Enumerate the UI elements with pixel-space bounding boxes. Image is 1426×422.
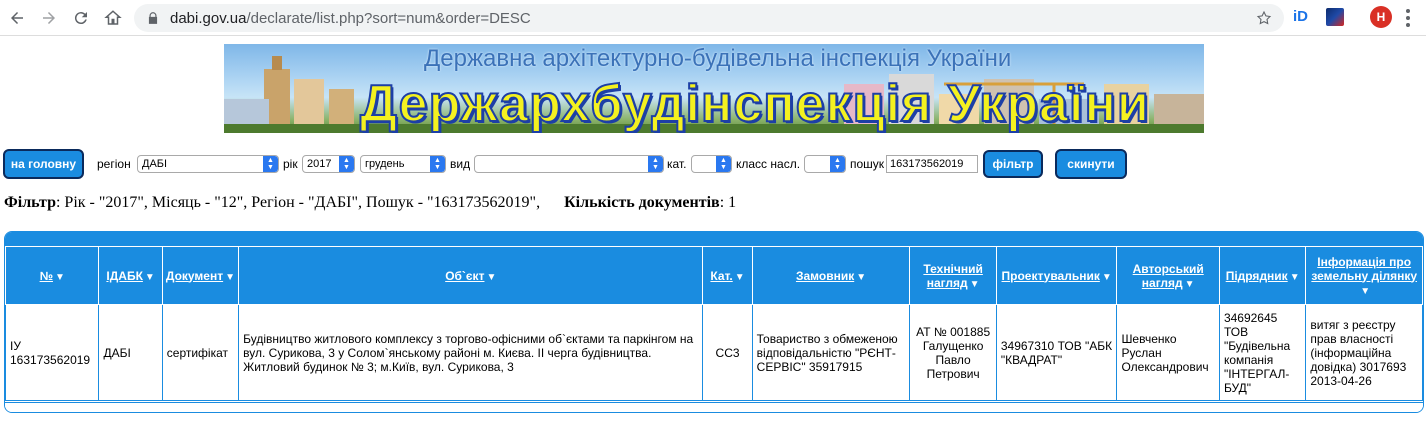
sort-desc-icon: ▼ <box>1184 278 1195 290</box>
class-select[interactable]: ▲ ▼ <box>804 155 846 173</box>
banner-subtitle: Державна архітектурно-будівельна інспекц… <box>424 45 1012 72</box>
cell-tech-supervision: АТ № 001885 Галущенко Павло Петрович <box>909 304 997 401</box>
cell-land-info: витяг з реєстру прав власності (інформац… <box>1305 304 1423 401</box>
back-icon[interactable] <box>6 7 28 29</box>
region-select[interactable]: ДАБІ ▲ ▼ <box>137 155 279 173</box>
sort-desc-icon: ▼ <box>856 271 867 283</box>
month-select-value: грудень <box>365 158 405 170</box>
table-row: ІУ 163173562019 ДАБІ сертифікат Будівниц… <box>5 304 1423 401</box>
column-header-tech-supervision[interactable]: Технічний нагляд ▼ <box>909 246 997 305</box>
search-input[interactable]: 163173562019 <box>886 155 978 173</box>
lock-icon <box>148 12 158 24</box>
year-select[interactable]: 2017 ▲ ▼ <box>302 155 355 173</box>
document-count-label: Кількість документів <box>564 194 720 211</box>
year-select-value: 2017 <box>307 158 332 170</box>
extension-id-icon[interactable]: iD <box>1293 8 1308 25</box>
filter-summary: Фільтр: Рік - "2017", Місяць - "12", Рег… <box>4 194 736 212</box>
cell-customer: Товариство з обмеженою відповідальністю … <box>751 304 911 401</box>
sort-desc-icon: ▼ <box>1360 285 1371 297</box>
banner-title: Держархбудінспекція України <box>359 74 1150 133</box>
column-header-cat[interactable]: Кат. ▼ <box>702 246 753 305</box>
class-label: класс насл. <box>736 157 801 171</box>
select-arrows-icon: ▲ ▼ <box>716 156 731 172</box>
document-count-value: : 1 <box>719 194 737 211</box>
filter-summary-text: : Рік - "2017", Місяць - "12", Регіон - … <box>55 194 541 211</box>
search-label: пошук <box>850 157 885 171</box>
select-arrows-icon: ▲ ▼ <box>830 156 845 172</box>
site-banner: Державна архітектурно-будівельна інспекц… <box>224 44 1204 133</box>
filter-button[interactable]: фільтр <box>983 150 1043 178</box>
column-header-designer[interactable]: Проектувальник ▼ <box>995 246 1118 305</box>
column-header-idabk[interactable]: ІДАБК ▼ <box>98 246 163 305</box>
address-bar[interactable]: dabi.gov.ua/declarate/list.php?sort=num&… <box>134 4 1284 32</box>
cell-contractor: 34692645 ТОВ "Будівельна компанія "ІНТЕР… <box>1218 304 1307 401</box>
cell-document: сертифікат <box>161 304 240 401</box>
column-header-object[interactable]: Об`єкт ▼ <box>238 246 704 305</box>
sort-desc-icon: ▼ <box>1289 271 1300 283</box>
year-label: рік <box>283 157 298 171</box>
select-arrows-icon: ▲ ▼ <box>648 156 663 172</box>
cell-idabk: ДАБІ <box>98 304 163 401</box>
sort-desc-icon: ▼ <box>1101 271 1112 283</box>
column-header-num[interactable]: № ▼ <box>5 246 100 305</box>
home-icon[interactable] <box>102 7 124 29</box>
column-header-contractor[interactable]: Підрядник ▼ <box>1218 246 1307 305</box>
sort-desc-icon: ▼ <box>969 278 980 290</box>
column-header-author-supervision[interactable]: Авторський нагляд ▼ <box>1116 246 1220 305</box>
reset-button[interactable]: скинути <box>1055 149 1127 179</box>
cell-author-supervision: Шевченко Руслан Олександрович <box>1116 304 1220 401</box>
filter-summary-label: Фільтр <box>4 194 56 211</box>
profile-avatar[interactable]: H <box>1370 6 1392 28</box>
sort-desc-icon: ▼ <box>54 271 65 283</box>
url-text: dabi.gov.ua/declarate/list.php?sort=num&… <box>170 9 531 27</box>
region-label: регіон <box>97 157 131 171</box>
forward-icon[interactable] <box>38 7 60 29</box>
cell-num: ІУ 163173562019 <box>5 304 100 401</box>
column-header-customer[interactable]: Замовник ▼ <box>751 246 911 305</box>
column-header-document[interactable]: Документ ▼ <box>161 246 240 305</box>
select-arrows-icon: ▲ ▼ <box>339 156 354 172</box>
table-header-row: № ▼ ІДАБК ▼ Документ ▼ Об`єкт ▼ Кат. ▼ Замовн… <box>5 246 1423 305</box>
type-select[interactable]: ▲ ▼ <box>474 155 664 173</box>
category-label: кат. <box>667 157 687 171</box>
browser-toolbar: dabi.gov.ua/declarate/list.php?sort=num&… <box>0 0 1426 36</box>
extension-icon[interactable] <box>1326 8 1344 26</box>
sort-desc-icon: ▼ <box>144 271 155 283</box>
category-select[interactable]: ▲ ▼ <box>691 155 732 173</box>
reload-icon[interactable] <box>70 7 92 29</box>
bookmark-star-icon[interactable] <box>1256 10 1272 26</box>
browser-menu-icon[interactable] <box>1406 9 1410 27</box>
select-arrows-icon: ▲ ▼ <box>263 156 278 172</box>
sort-desc-icon: ▼ <box>225 271 236 283</box>
declarations-table: № ▼ ІДАБК ▼ Документ ▼ Об`єкт ▼ Кат. ▼ Замовн… <box>4 231 1424 413</box>
select-arrows-icon: ▲ ▼ <box>430 156 445 172</box>
month-select[interactable]: грудень ▲ ▼ <box>360 155 446 173</box>
home-button[interactable]: на головну <box>3 149 84 179</box>
cell-object: Будівництво житлового комплексу з торгов… <box>238 304 704 401</box>
cell-designer: 34967310 ТОВ "АБК "КВАДРАТ" <box>995 304 1118 401</box>
sort-desc-icon: ▼ <box>734 271 745 283</box>
type-label: вид <box>450 157 471 171</box>
sort-desc-icon: ▼ <box>486 271 497 283</box>
region-select-value: ДАБІ <box>142 158 168 170</box>
column-header-land-info[interactable]: Інформація про земельну ділянку ▼ <box>1305 246 1423 305</box>
cell-cat: СС3 <box>702 304 753 401</box>
